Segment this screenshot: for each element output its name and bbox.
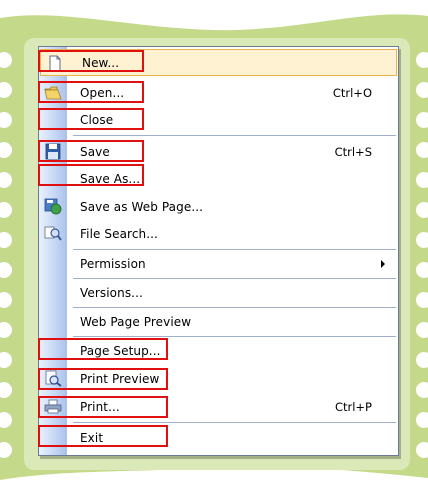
menu-item-open[interactable]: Open... Ctrl+O bbox=[39, 79, 398, 106]
menu-item-exit[interactable]: Exit bbox=[39, 424, 398, 451]
menu-item-label: Print... bbox=[80, 399, 120, 414]
menu-item-file-search[interactable]: File Search... bbox=[39, 220, 398, 247]
menu-item-close[interactable]: Close bbox=[39, 106, 398, 133]
menu-item-label: Web Page Preview bbox=[80, 314, 192, 329]
menu-item-shortcut: Ctrl+S bbox=[334, 144, 372, 159]
save-web-page-icon bbox=[44, 198, 62, 215]
menu-item-label: Save as Web Page... bbox=[80, 199, 204, 214]
menu-item-print[interactable]: Print... Ctrl+P bbox=[39, 393, 398, 420]
menu-item-versions[interactable]: Versions... bbox=[39, 279, 398, 306]
menu-item-label: Page Setup... bbox=[80, 343, 161, 358]
menu-separator bbox=[73, 422, 396, 423]
new-document-icon bbox=[49, 55, 61, 72]
file-search-icon bbox=[44, 226, 62, 241]
submenu-arrow-icon bbox=[381, 259, 385, 268]
menu-item-save-as[interactable]: Save As... bbox=[39, 165, 398, 192]
print-preview-icon bbox=[45, 370, 62, 387]
menu-item-label: Permission bbox=[80, 256, 146, 271]
menu-item-label: Save bbox=[80, 144, 110, 159]
menu-item-label: New... bbox=[82, 55, 120, 70]
open-folder-icon bbox=[44, 86, 62, 100]
menu-item-label: Close bbox=[80, 112, 114, 127]
menu-item-save-as-web-page[interactable]: Save as Web Page... bbox=[39, 193, 398, 220]
menu-item-save[interactable]: Save Ctrl+S bbox=[39, 138, 398, 165]
menu-item-label: File Search... bbox=[80, 226, 158, 241]
menu-item-label: Exit bbox=[80, 430, 104, 445]
menu-item-new[interactable]: New... bbox=[40, 49, 397, 76]
menu-item-label: Save As... bbox=[80, 171, 141, 186]
menu-item-shortcut: Ctrl+O bbox=[332, 85, 372, 100]
menu-item-label: Versions... bbox=[80, 285, 143, 300]
menu-separator bbox=[73, 135, 396, 136]
menu-item-label: Open... bbox=[80, 85, 125, 100]
menu-item-shortcut: Ctrl+P bbox=[334, 399, 372, 414]
menu-item-page-setup[interactable]: Page Setup... bbox=[39, 337, 398, 364]
menu-item-print-preview[interactable]: Print Preview bbox=[39, 365, 398, 392]
printer-icon bbox=[44, 399, 62, 414]
menu-item-permission[interactable]: Permission bbox=[39, 250, 398, 277]
menu-item-label: Print Preview bbox=[80, 371, 160, 386]
save-floppy-icon bbox=[45, 143, 61, 160]
file-menu: New... Open... Ctrl+O Close Save Ctrl+S … bbox=[38, 46, 399, 456]
menu-item-web-page-preview[interactable]: Web Page Preview bbox=[39, 308, 398, 335]
